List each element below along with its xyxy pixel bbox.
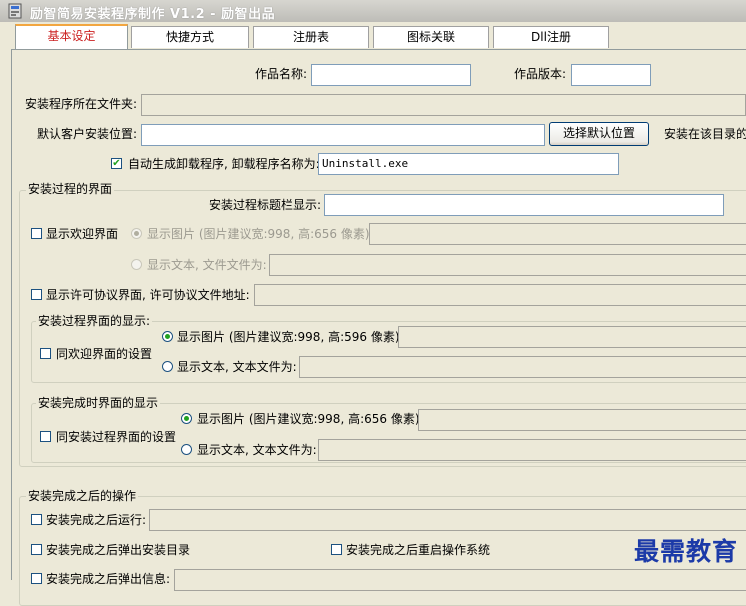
- titlebar-display-label: 安装过程标题栏显示:: [209, 198, 322, 212]
- same-as-process-label: 同安装过程界面的设置: [56, 430, 177, 444]
- popup-dir-label: 安装完成之后弹出安装目录: [46, 543, 191, 557]
- default-location-input[interactable]: [141, 124, 545, 146]
- app-icon: [8, 3, 22, 19]
- auto-uninstall-label: 自动生成卸载程序, 卸载程序名称为:: [128, 157, 320, 171]
- after-install-group-title: 安装完成之后的操作: [26, 489, 139, 503]
- finish-text-radio[interactable]: [181, 444, 192, 455]
- same-as-process-checkbox[interactable]: ✔: [40, 431, 51, 442]
- welcome-text-label: 显示文本, 文件文件为:: [147, 258, 267, 272]
- install-in-dir-label: 安装在该目录的: [664, 127, 746, 141]
- finish-image-field[interactable]: [418, 409, 746, 431]
- process-image-radio[interactable]: [162, 331, 173, 342]
- same-as-welcome-label: 同欢迎界面的设置: [56, 347, 153, 361]
- finish-text-field[interactable]: [318, 439, 746, 461]
- process-display-group-title: 安装过程界面的显示:: [36, 314, 153, 328]
- reboot-checkbox[interactable]: ✔: [331, 544, 342, 555]
- process-text-radio[interactable]: [162, 361, 173, 372]
- popup-info-label: 安装完成之后弹出信息:: [46, 572, 171, 586]
- popup-info-checkbox[interactable]: ✔: [31, 573, 42, 584]
- work-version-label: 作品版本:: [514, 67, 567, 81]
- popup-dir-checkbox[interactable]: ✔: [31, 544, 42, 555]
- show-welcome-label: 显示欢迎界面: [46, 227, 119, 241]
- show-welcome-checkbox[interactable]: ✔: [31, 228, 42, 239]
- run-after-field[interactable]: [149, 509, 746, 531]
- welcome-image-label: 显示图片 (图片建议宽:998, 高:656 像素):: [147, 227, 374, 241]
- default-location-label: 默认客户安装位置:: [37, 127, 138, 141]
- process-image-field[interactable]: [398, 326, 746, 348]
- choose-default-location-button[interactable]: 选择默认位置: [549, 122, 649, 146]
- installer-folder-field[interactable]: [141, 94, 746, 116]
- same-as-welcome-checkbox[interactable]: ✔: [40, 348, 51, 359]
- finish-image-radio[interactable]: [181, 413, 192, 424]
- tab-registry[interactable]: 注册表: [253, 26, 369, 48]
- finish-text-label: 显示文本, 文本文件为:: [197, 443, 317, 457]
- work-name-input[interactable]: [311, 64, 471, 86]
- process-image-label: 显示图片 (图片建议宽:998, 高:596 像素):: [177, 330, 404, 344]
- tab-dll-registration[interactable]: Dll注册: [493, 26, 609, 48]
- uninstall-name-input[interactable]: Uninstall.exe: [318, 153, 619, 175]
- work-version-input[interactable]: [571, 64, 651, 86]
- process-text-label: 显示文本, 文本文件为:: [177, 360, 297, 374]
- welcome-text-field[interactable]: [269, 254, 746, 276]
- popup-info-field[interactable]: [174, 569, 746, 591]
- license-path-field[interactable]: [254, 284, 746, 306]
- finish-display-group-title: 安装完成时界面的显示: [36, 396, 161, 410]
- titlebar-display-input[interactable]: [324, 194, 724, 216]
- run-after-checkbox[interactable]: ✔: [31, 514, 42, 525]
- process-text-field[interactable]: [299, 356, 746, 378]
- title-bar: 励智简易安装程序制作 V1.2 - 励智出品: [0, 0, 746, 23]
- auto-uninstall-checkbox[interactable]: ✔: [111, 158, 122, 169]
- window-title: 励智简易安装程序制作 V1.2 - 励智出品: [30, 7, 276, 22]
- installer-folder-label: 安装程序所在文件夹:: [25, 97, 138, 111]
- show-license-label: 显示许可协议界面, 许可协议文件地址:: [46, 288, 250, 302]
- tab-basic-settings[interactable]: 基本设定: [15, 24, 128, 50]
- welcome-text-radio[interactable]: [131, 259, 142, 270]
- welcome-image-radio[interactable]: [131, 228, 142, 239]
- run-after-label: 安装完成之后运行:: [46, 513, 147, 527]
- finish-image-label: 显示图片 (图片建议宽:998, 高:656 像素):: [197, 412, 424, 426]
- show-license-checkbox[interactable]: ✔: [31, 289, 42, 300]
- tab-shortcuts[interactable]: 快捷方式: [131, 26, 249, 48]
- watermark-logo: 最需教育: [633, 537, 738, 566]
- work-name-label: 作品名称:: [255, 67, 308, 81]
- tab-icon-association[interactable]: 图标关联: [373, 26, 489, 48]
- install-ui-group-title: 安装过程的界面: [26, 182, 115, 196]
- welcome-image-field[interactable]: [369, 223, 746, 245]
- reboot-label: 安装完成之后重启操作系统: [346, 543, 491, 557]
